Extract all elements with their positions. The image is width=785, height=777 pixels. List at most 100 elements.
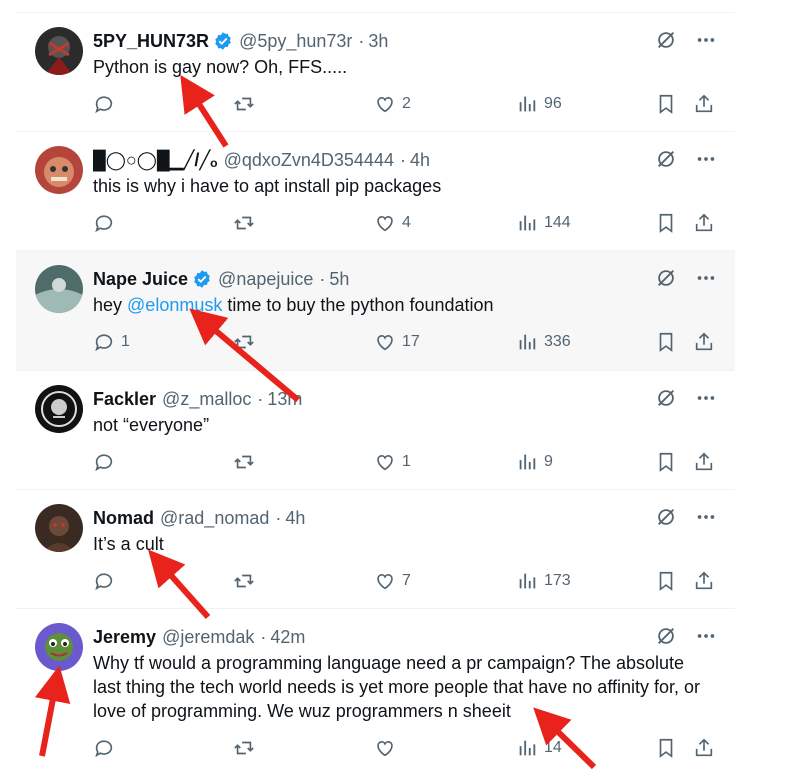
views-button[interactable]: 96 <box>516 93 562 115</box>
mention-link[interactable]: @elonmusk <box>127 295 222 315</box>
action-bar: 7 173 <box>93 570 723 594</box>
view-count: 14 <box>544 739 562 756</box>
avatar[interactable] <box>35 504 83 552</box>
timestamp[interactable]: 4h <box>410 149 430 171</box>
bookmark-button[interactable] <box>655 331 677 353</box>
grok-icon[interactable] <box>655 148 677 170</box>
retweet-button[interactable] <box>233 737 255 759</box>
author-handle[interactable]: @z_malloc <box>162 388 251 410</box>
retweet-button[interactable] <box>233 212 255 234</box>
avatar[interactable] <box>35 623 83 671</box>
tweet[interactable]: Jeremy @jeremdak · 42m Why tf would a pr… <box>16 608 735 777</box>
grok-icon[interactable] <box>655 29 677 51</box>
like-button[interactable]: 7 <box>374 570 411 592</box>
author-name[interactable]: Jeremy <box>93 626 156 648</box>
retweet-button[interactable] <box>233 93 255 115</box>
share-button[interactable] <box>693 331 715 353</box>
author-handle[interactable]: @jeremdak <box>162 626 254 648</box>
avatar[interactable] <box>35 146 83 194</box>
tweet[interactable]: █◯○◯█▁╱/╱ₒ @qdxoZvn4D354444 · 4h this is… <box>16 131 735 250</box>
author-handle[interactable]: @rad_nomad <box>160 507 269 529</box>
like-count: 17 <box>402 333 420 350</box>
retweet-button[interactable] <box>233 331 255 353</box>
timestamp[interactable]: 13m <box>267 388 302 410</box>
like-icon <box>374 93 396 115</box>
reply-button[interactable] <box>93 451 121 473</box>
avatar[interactable] <box>35 265 83 313</box>
share-button[interactable] <box>693 451 715 473</box>
bookmark-button[interactable] <box>655 93 677 115</box>
more-icon[interactable] <box>695 506 717 528</box>
share-button[interactable] <box>693 212 715 234</box>
grok-icon[interactable] <box>655 506 677 528</box>
timestamp[interactable]: 5h <box>329 268 349 290</box>
author-name[interactable]: █◯○◯█▁╱/╱ₒ <box>93 149 218 171</box>
retweet-button[interactable] <box>233 570 255 592</box>
reply-button[interactable]: 1 <box>93 331 130 353</box>
views-button[interactable]: 9 <box>516 451 553 473</box>
more-icon[interactable] <box>695 148 717 170</box>
author-name[interactable]: Fackler <box>93 388 156 410</box>
grok-icon[interactable] <box>655 387 677 409</box>
share-button[interactable] <box>693 93 715 115</box>
separator-dot: · <box>319 269 326 289</box>
bookmark-button[interactable] <box>655 451 677 473</box>
timestamp[interactable]: 42m <box>270 626 305 648</box>
views-icon <box>516 737 538 759</box>
tweet-text: this is why i have to apt install pip pa… <box>93 174 713 198</box>
bookmark-button[interactable] <box>655 570 677 592</box>
bookmark-icon <box>655 737 677 759</box>
author-handle[interactable]: @napejuice <box>218 268 313 290</box>
views-button[interactable]: 336 <box>516 331 571 353</box>
like-button[interactable]: 2 <box>374 93 411 115</box>
reply-button[interactable] <box>93 93 121 115</box>
verified-icon <box>213 31 233 51</box>
timestamp[interactable]: 3h <box>368 30 388 52</box>
share-button[interactable] <box>693 570 715 592</box>
avatar[interactable] <box>35 27 83 75</box>
like-icon <box>374 570 396 592</box>
reply-button[interactable] <box>93 570 121 592</box>
bookmark-button[interactable] <box>655 212 677 234</box>
like-button[interactable]: 1 <box>374 451 411 473</box>
timestamp[interactable]: 4h <box>285 507 305 529</box>
grok-icon[interactable] <box>655 267 677 289</box>
retweet-button[interactable] <box>233 451 255 473</box>
tweet[interactable]: Fackler @z_malloc · 13m not “everyone” 1… <box>16 370 735 489</box>
retweet-icon <box>233 451 255 473</box>
tweet-text-content: this is why i have to apt install pip pa… <box>93 176 442 196</box>
reply-button[interactable] <box>93 212 121 234</box>
author-name[interactable]: 5PY_HUN73R <box>93 30 209 52</box>
more-icon[interactable] <box>695 29 717 51</box>
reply-button[interactable] <box>93 737 121 759</box>
views-button[interactable]: 173 <box>516 570 571 592</box>
like-button[interactable]: 17 <box>374 331 420 353</box>
tweet[interactable]: 5PY_HUN73R @5py_hun73r · 3h Python is ga… <box>16 12 735 131</box>
author-handle[interactable]: @qdxoZvn4D354444 <box>224 149 394 171</box>
reply-icon <box>93 212 115 234</box>
author-handle[interactable]: @5py_hun73r <box>239 30 352 52</box>
views-button[interactable]: 14 <box>516 737 562 759</box>
more-icon[interactable] <box>695 387 717 409</box>
bookmark-button[interactable] <box>655 737 677 759</box>
bookmark-icon <box>655 212 677 234</box>
tweet-text: Why tf would a programming language need… <box>93 651 713 723</box>
bookmark-icon <box>655 451 677 473</box>
share-icon <box>693 737 715 759</box>
views-button[interactable]: 144 <box>516 212 571 234</box>
tweet[interactable]: Nomad @rad_nomad · 4h It’s a cult 7 173 <box>16 489 735 608</box>
like-icon <box>374 331 396 353</box>
tweet[interactable]: Nape Juice @napejuice · 5h hey @elonmusk… <box>16 250 735 370</box>
author-name[interactable]: Nape Juice <box>93 268 188 290</box>
like-button[interactable]: 4 <box>374 212 411 234</box>
retweet-icon <box>233 93 255 115</box>
more-icon[interactable] <box>695 267 717 289</box>
share-button[interactable] <box>693 737 715 759</box>
more-icon[interactable] <box>695 625 717 647</box>
grok-icon[interactable] <box>655 625 677 647</box>
like-button[interactable] <box>374 737 402 759</box>
avatar[interactable] <box>35 385 83 433</box>
author-name[interactable]: Nomad <box>93 507 154 529</box>
tweet-text: not “everyone” <box>93 413 713 437</box>
like-count: 4 <box>402 214 411 231</box>
